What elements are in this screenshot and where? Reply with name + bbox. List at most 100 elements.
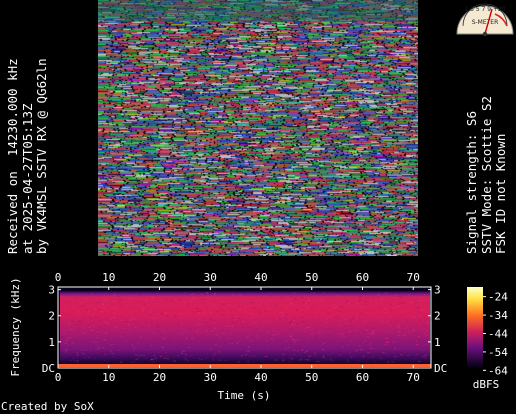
spectrogram-noise-speck — [335, 354, 337, 356]
spectrogram-noise-speck — [180, 343, 183, 345]
spectrogram-noise-speck — [102, 304, 104, 306]
spectrogram-noise-speck — [305, 358, 307, 360]
spectrogram-noise-speck — [337, 305, 339, 307]
spectrogram-noise-speck — [305, 307, 309, 309]
spectrogram-noise-speck — [190, 355, 193, 357]
spectrogram-noise-speck — [157, 345, 159, 347]
spectrogram-noise-speck — [397, 305, 400, 307]
spectrogram-noise-speck — [337, 310, 340, 312]
spectrogram-noise-speck — [152, 311, 155, 313]
spectrogram-noise-speck — [312, 314, 314, 316]
spectrogram-noise-speck — [81, 305, 85, 307]
spectrogram-noise-speck — [207, 297, 209, 299]
spectrogram-noise-speck — [138, 295, 142, 297]
spectrogram-noise-speck — [325, 339, 329, 341]
spectrogram-noise-speck — [269, 293, 272, 295]
spectrogram-noise-speck — [121, 349, 125, 351]
spectrogram-noise-speck — [231, 343, 234, 345]
spectrogram-noise-speck — [293, 317, 297, 319]
spectrogram-noise-speck — [113, 324, 116, 326]
spectrogram-noise-speck — [281, 359, 285, 361]
spectrogram-noise-speck — [78, 313, 80, 315]
spectrogram-noise-speck — [303, 348, 306, 350]
x-tick-top-label: 30 — [204, 271, 217, 284]
spectrogram-noise-speck — [99, 321, 101, 323]
spectrogram-noise-speck — [144, 357, 147, 359]
spectrogram-noise-speck — [415, 356, 417, 358]
spectrogram-noise-speck — [362, 330, 366, 332]
spectrogram-noise-speck — [73, 360, 76, 362]
spectrogram-noise-speck — [311, 330, 313, 332]
spectrogram-noise-speck — [380, 358, 382, 360]
spectrogram-noise-speck — [412, 307, 415, 309]
spectrogram-noise-speck — [97, 346, 100, 348]
spectrogram-noise-speck — [117, 296, 120, 298]
spectrogram-noise-speck — [112, 301, 114, 303]
spectrogram-noise-speck — [92, 295, 94, 297]
spectrogram-noise-speck — [294, 351, 297, 353]
spectrogram-noise-speck — [200, 360, 202, 362]
spectrogram-noise-speck — [165, 355, 169, 357]
x-tick-top-label: 70 — [407, 271, 420, 284]
spectrogram-noise-speck — [190, 341, 193, 343]
spectrogram-noise-speck — [132, 310, 134, 312]
spectrogram-noise-speck — [417, 306, 420, 308]
spectrogram-noise-speck — [236, 342, 239, 344]
spectrogram-noise-speck — [267, 331, 269, 333]
spectrogram-noise-speck — [377, 317, 379, 319]
spectrogram-noise-speck — [305, 332, 308, 334]
spectrogram-noise-speck — [83, 358, 86, 360]
spectrogram-noise-speck — [250, 301, 253, 303]
spectrogram-noise-speck — [184, 354, 187, 356]
spectrogram-noise-speck — [160, 297, 162, 299]
spectrogram-noise-speck — [191, 310, 194, 312]
spectrogram-noise-speck — [241, 299, 243, 301]
spectrogram-noise-speck — [414, 302, 418, 304]
spectrogram-noise-speck — [289, 335, 292, 337]
spectrogram-noise-speck — [360, 313, 364, 315]
spectrogram-noise-speck — [224, 360, 228, 362]
spectrogram-noise-speck — [244, 311, 247, 313]
spectrogram-noise-speck — [137, 357, 140, 359]
spectrogram-noise-speck — [381, 320, 384, 322]
spectrogram-noise-speck — [157, 324, 160, 326]
spectrogram-noise-speck — [134, 326, 137, 328]
spectrogram-noise-speck — [426, 330, 428, 332]
spectrogram-noise-speck — [104, 299, 107, 301]
spectrogram-noise-speck — [112, 304, 115, 306]
y-tick-right-label: 3 — [434, 284, 441, 297]
spectrogram-noise-speck — [204, 321, 208, 323]
spectrogram-noise-speck — [334, 346, 338, 348]
spectrogram-noise-speck — [70, 328, 72, 330]
spectrogram-noise-speck — [102, 303, 105, 305]
spectrogram-noise-speck — [330, 349, 333, 351]
spectrogram-noise-speck — [134, 314, 137, 316]
spectrogram-noise-speck — [81, 353, 84, 355]
spectrogram-noise-speck — [343, 350, 346, 352]
spectrogram-noise-speck — [213, 319, 215, 321]
spectrogram-noise-speck — [110, 336, 112, 338]
spectrogram-noise-speck — [170, 299, 174, 301]
spectrogram-noise-speck — [364, 341, 367, 343]
spectrogram-noise-speck — [134, 361, 137, 363]
spectrogram-noise-speck — [250, 340, 253, 342]
spectrogram-noise-speck — [79, 306, 82, 308]
spectrogram-noise-speck — [164, 312, 167, 314]
spectrogram-noise-speck — [246, 326, 250, 328]
spectrogram-noise-speck — [158, 302, 161, 304]
spectrogram-noise-speck — [393, 358, 396, 360]
spectrogram-noise-speck — [139, 336, 142, 338]
spectrogram-noise-speck — [249, 356, 252, 358]
spectrogram-noise-speck — [82, 349, 84, 351]
spectrogram-noise-speck — [143, 304, 146, 306]
spectrogram-noise-speck — [189, 337, 191, 339]
spectrogram-noise-speck — [158, 293, 161, 295]
spectrogram-noise-speck — [235, 293, 238, 295]
spectrogram-noise-speck — [103, 360, 106, 362]
spectrogram-noise-speck — [281, 333, 283, 335]
spectrogram-noise-speck — [166, 314, 168, 316]
y-axis-label: Frequency (kHz) — [9, 277, 22, 376]
spectrogram-noise-speck — [285, 340, 288, 342]
spectrogram-noise-speck — [364, 329, 368, 331]
x-tick-bottom-label: 20 — [153, 371, 166, 384]
